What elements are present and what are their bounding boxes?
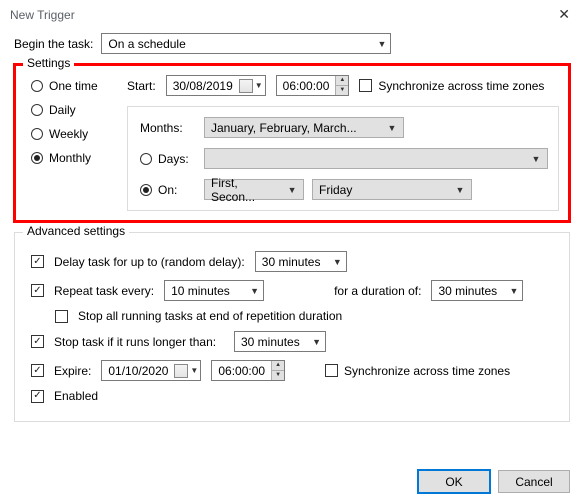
sync-tz2-label: Synchronize across time zones	[344, 364, 510, 378]
begin-task-select[interactable]: On a schedule ▼	[101, 33, 391, 54]
months-value: January, February, March...	[211, 121, 357, 135]
chevron-down-icon: ▼	[510, 286, 519, 296]
begin-task-value: On a schedule	[108, 37, 185, 51]
spinner-buttons[interactable]: ▲▼	[271, 361, 284, 380]
stop-all-label: Stop all running tasks at end of repetit…	[78, 309, 342, 323]
duration-value: 30 minutes	[438, 284, 497, 298]
months-select[interactable]: January, February, March... ▼	[204, 117, 404, 138]
chevron-down-icon: ▼	[284, 181, 300, 198]
schedule-type-group: One time Daily Weekly Monthly	[25, 75, 113, 211]
chevron-down-icon: ▼	[528, 150, 544, 167]
expire-time-value: 06:00:00	[212, 361, 271, 380]
on-week-select[interactable]: First, Secon... ▼	[204, 179, 304, 200]
delay-select[interactable]: 30 minutes ▼	[255, 251, 347, 272]
repeat-value: 10 minutes	[171, 284, 230, 298]
chevron-down-icon: ▼	[333, 257, 342, 267]
radio-label: Daily	[49, 103, 76, 117]
stop-longer-select[interactable]: 30 minutes ▼	[234, 331, 326, 352]
radio-icon	[31, 104, 43, 116]
radio-icon	[31, 128, 43, 140]
on-day-select[interactable]: Friday ▼	[312, 179, 472, 200]
cancel-button[interactable]: Cancel	[498, 470, 570, 493]
radio-icon	[140, 153, 152, 165]
radio-icon	[31, 80, 43, 92]
start-time-spinner[interactable]: 06:00:00 ▲▼	[276, 75, 350, 96]
spinner-buttons[interactable]: ▲▼	[335, 76, 348, 95]
chevron-down-icon: ▼	[312, 337, 321, 347]
days-label: Days:	[158, 152, 189, 166]
start-label: Start:	[127, 79, 156, 93]
chevron-down-icon: ▼	[250, 286, 259, 296]
chevron-down-icon: ▼	[452, 181, 468, 198]
radio-label: One time	[49, 79, 98, 93]
delay-label: Delay task for up to (random delay):	[54, 255, 245, 269]
start-time-value: 06:00:00	[277, 76, 336, 95]
ok-button[interactable]: OK	[418, 470, 490, 493]
on-label: On:	[158, 183, 177, 197]
stop-longer-value: 30 minutes	[241, 335, 300, 349]
months-label: Months:	[140, 121, 196, 135]
close-icon[interactable]: ✕	[554, 6, 574, 23]
repeat-checkbox[interactable]	[31, 284, 44, 297]
expire-date-picker[interactable]: 01/10/2020 ▼	[101, 360, 201, 381]
calendar-icon	[239, 79, 253, 93]
expire-date-value: 01/10/2020	[108, 364, 168, 378]
radio-on[interactable]: On:	[140, 183, 196, 197]
chevron-down-icon: ▼	[255, 81, 263, 90]
calendar-icon	[174, 364, 188, 378]
days-select[interactable]: ▼	[204, 148, 548, 169]
chevron-down-icon: ▼	[384, 119, 400, 136]
expire-checkbox[interactable]	[31, 364, 44, 377]
duration-label: for a duration of:	[334, 284, 421, 298]
settings-group: Settings One time Daily Weekly Monthly	[14, 64, 570, 222]
radio-icon	[31, 152, 43, 164]
radio-weekly[interactable]: Weekly	[31, 127, 113, 141]
on-day-value: Friday	[319, 183, 352, 197]
sync-tz2-checkbox[interactable]	[325, 364, 338, 377]
begin-task-label: Begin the task:	[14, 37, 93, 51]
titlebar: New Trigger ✕	[0, 0, 584, 27]
sync-tz-label: Synchronize across time zones	[378, 79, 544, 93]
window-title: New Trigger	[10, 8, 75, 22]
stop-all-checkbox[interactable]	[55, 310, 68, 323]
advanced-group: Advanced settings Delay task for up to (…	[14, 232, 570, 422]
repeat-select[interactable]: 10 minutes ▼	[164, 280, 264, 301]
dialog-buttons: OK Cancel	[418, 470, 570, 493]
radio-one-time[interactable]: One time	[31, 79, 113, 93]
expire-label: Expire:	[54, 364, 91, 378]
stop-longer-checkbox[interactable]	[31, 335, 44, 348]
radio-label: Monthly	[49, 151, 91, 165]
repeat-label: Repeat task every:	[54, 284, 154, 298]
radio-monthly[interactable]: Monthly	[31, 151, 113, 165]
start-date-picker[interactable]: 30/08/2019 ▼	[166, 75, 266, 96]
enabled-label: Enabled	[54, 389, 98, 403]
radio-daily[interactable]: Daily	[31, 103, 113, 117]
duration-select[interactable]: 30 minutes ▼	[431, 280, 523, 301]
chevron-down-icon: ▼	[190, 366, 198, 375]
start-date-value: 30/08/2019	[173, 79, 233, 93]
radio-icon	[140, 184, 152, 196]
delay-value: 30 minutes	[262, 255, 321, 269]
stop-longer-label: Stop task if it runs longer than:	[54, 335, 224, 349]
enabled-checkbox[interactable]	[31, 390, 44, 403]
sync-tz-checkbox[interactable]	[359, 79, 372, 92]
delay-checkbox[interactable]	[31, 255, 44, 268]
advanced-title: Advanced settings	[23, 224, 129, 238]
chevron-down-icon: ▼	[377, 39, 386, 49]
expire-time-spinner[interactable]: 06:00:00 ▲▼	[211, 360, 285, 381]
on-week-value: First, Secon...	[211, 176, 284, 204]
settings-title: Settings	[23, 56, 74, 70]
monthly-options: Months: January, February, March... ▼ Da…	[127, 106, 559, 211]
radio-label: Weekly	[49, 127, 88, 141]
radio-days[interactable]: Days:	[140, 152, 196, 166]
